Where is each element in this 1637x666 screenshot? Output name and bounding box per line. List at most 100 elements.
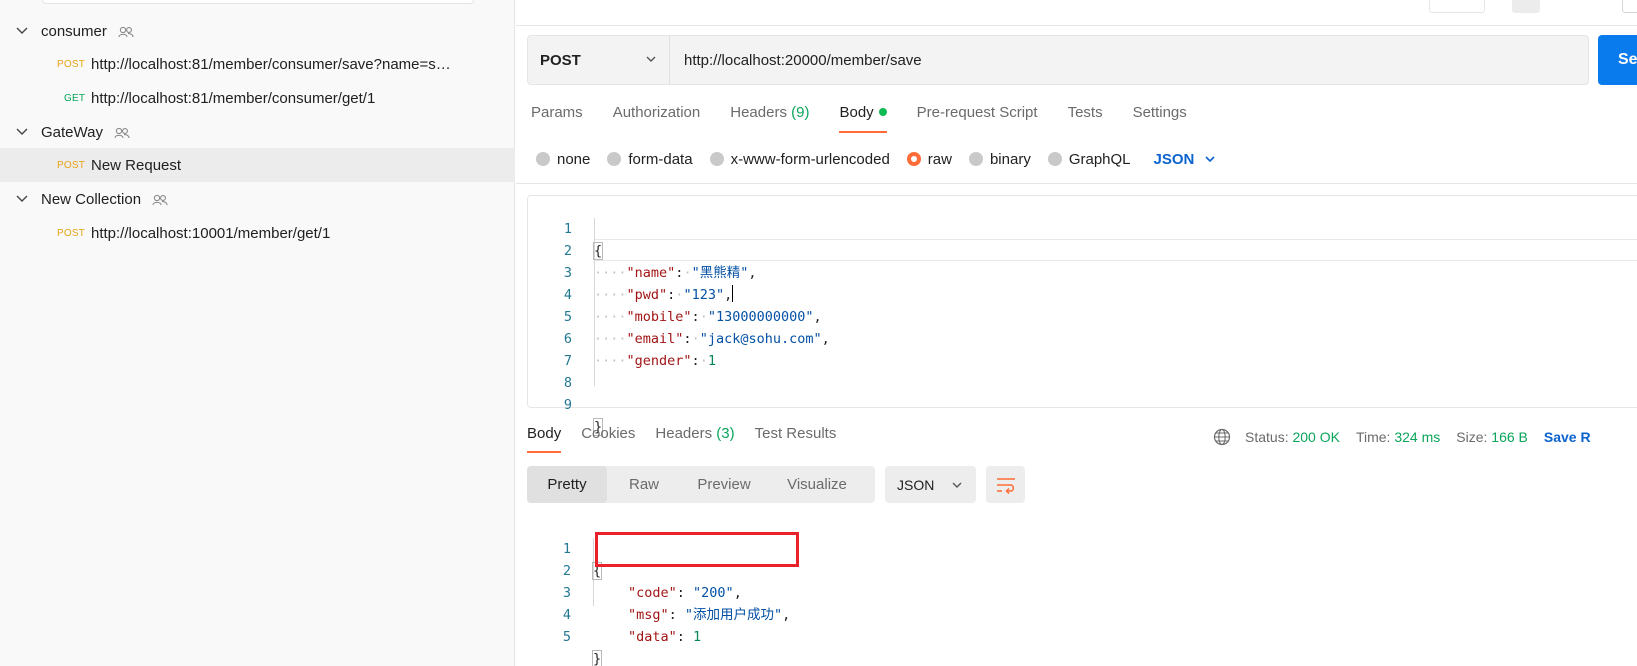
radio-circle[interactable] — [536, 152, 550, 166]
globe-icon[interactable] — [1213, 428, 1231, 446]
view-pretty[interactable]: Pretty — [527, 466, 607, 503]
request-item-selected[interactable]: POST New Request — [0, 148, 515, 182]
radio-binary[interactable]: binary — [968, 151, 1031, 168]
json-key: "data" — [628, 629, 677, 645]
size-group[interactable]: Size: 166 B — [1456, 429, 1528, 445]
tab-authorization[interactable]: Authorization — [613, 101, 701, 133]
chevron-down-icon[interactable] — [14, 23, 30, 39]
tab-settings[interactable]: Settings — [1133, 101, 1187, 133]
save-menu-toggle[interactable] — [1512, 0, 1540, 13]
radio-graphql[interactable]: GraphQL — [1047, 151, 1131, 168]
method-badge: GET — [64, 92, 86, 104]
view-preview[interactable]: Preview — [681, 466, 767, 503]
tab-label: Headers — [655, 425, 713, 442]
radio-circle[interactable] — [607, 152, 622, 166]
radio-none[interactable]: none — [536, 151, 590, 168]
radio-circle[interactable] — [968, 152, 983, 166]
json-comma: , — [782, 607, 791, 623]
chevron-down-icon[interactable] — [14, 124, 30, 140]
response-tab-body[interactable]: Body — [527, 421, 562, 453]
json-comma: , — [821, 331, 830, 347]
save-response-button[interactable]: Save R — [1544, 429, 1591, 445]
team-icon — [152, 194, 168, 205]
url-input[interactable]: http://localhost:20000/member/save — [670, 52, 922, 69]
json-colon: : — [676, 629, 694, 645]
tab-tests[interactable]: Tests — [1068, 101, 1103, 133]
radio-circle[interactable] — [906, 152, 921, 166]
json-comma: , — [724, 287, 733, 303]
whitespace: ···· — [594, 353, 627, 369]
tab-label: Body — [839, 104, 874, 121]
collections-sidebar: consumer POST http://localhost:81/member… — [0, 0, 515, 666]
response-tab-test-results[interactable]: Test Results — [755, 421, 837, 453]
wrap-lines-button[interactable] — [986, 466, 1025, 503]
method-select[interactable]: POST — [528, 36, 670, 84]
json-comma: , — [733, 585, 742, 601]
team-icon — [118, 26, 134, 37]
edit-icon[interactable] — [1622, 0, 1637, 13]
json-value: "添加用户成功" — [684, 607, 783, 623]
json-colon: : — [691, 353, 700, 369]
json-key: "gender" — [626, 353, 692, 369]
team-icon — [114, 127, 130, 138]
code-line: 5 } — [527, 604, 603, 666]
whitespace: ···· — [594, 309, 627, 325]
request-workspace: POST http://localhost:20000/member/save … — [516, 0, 1637, 666]
chevron-down-icon[interactable] — [14, 191, 30, 207]
json-value: "200" — [693, 585, 734, 601]
response-tab-cookies[interactable]: Cookies — [581, 421, 635, 453]
tab-params[interactable]: Params — [531, 101, 583, 133]
sidebar-search-box[interactable] — [42, 0, 474, 4]
body-language-select[interactable]: JSON — [1154, 151, 1217, 168]
radio-urlencoded[interactable]: x-www-form-urlencoded — [709, 151, 890, 168]
request-header-strip — [516, 0, 1637, 26]
open-brace: { — [592, 242, 604, 260]
collection-name: consumer — [41, 22, 107, 40]
json-value: "13000000000" — [707, 309, 814, 325]
tab-headers[interactable]: Headers (9) — [730, 101, 809, 133]
send-button[interactable]: Se — [1598, 35, 1637, 85]
radio-label: form-data — [628, 150, 693, 168]
request-body-editor[interactable]: 1 { 2 ····"name":·"黑熊精", 3 ····"pwd":·"1… — [527, 195, 1637, 436]
whitespace: · — [683, 265, 692, 281]
save-dropdown[interactable] — [1429, 0, 1485, 13]
view-raw[interactable]: Raw — [607, 466, 681, 503]
method-value: POST — [540, 51, 581, 69]
collection-gateway[interactable]: GateWay — [0, 115, 515, 149]
language-value: JSON — [1153, 150, 1195, 168]
code-line: 7 — [528, 328, 593, 369]
url-bar: POST http://localhost:20000/member/save — [527, 35, 1589, 85]
collection-consumer[interactable]: consumer — [0, 14, 515, 48]
line-number: 9 — [563, 397, 572, 413]
response-view-selector: Pretty Raw Preview Visualize — [527, 466, 875, 503]
radio-circle[interactable] — [1047, 152, 1062, 166]
radio-raw[interactable]: raw — [906, 151, 952, 168]
radio-circle[interactable] — [709, 152, 724, 166]
response-body-viewer[interactable]: 1 { 2 "code": "200", 3 "msg": "添加用户成功", … — [527, 516, 1627, 666]
request-item[interactable]: GET http://localhost:81/member/consumer/… — [0, 81, 515, 115]
current-line-highlight — [594, 239, 1637, 261]
view-visualize[interactable]: Visualize — [767, 466, 867, 503]
code-line: 1 { — [527, 516, 603, 580]
code-line: 4 "data": 1 — [527, 582, 701, 645]
red-highlight-annotation — [595, 532, 799, 567]
status-group[interactable]: Status: 200 OK — [1245, 429, 1340, 445]
chevron-down-icon — [646, 56, 656, 62]
request-item[interactable]: POST http://localhost:10001/member/get/1 — [0, 216, 515, 250]
tab-body[interactable]: Body — [839, 101, 887, 133]
radio-form-data[interactable]: form-data — [607, 150, 693, 168]
response-tab-headers[interactable]: Headers (3) — [655, 421, 734, 453]
time-label: Time: — [1355, 429, 1391, 445]
request-item[interactable]: POST http://localhost:81/member/consumer… — [0, 47, 515, 81]
code-line: 6 ····"gender":·1 — [528, 306, 716, 369]
json-key: "msg" — [628, 607, 669, 623]
json-key: "email" — [626, 331, 684, 347]
divider — [516, 183, 1637, 184]
whitespace: ···· — [594, 287, 627, 303]
json-key: "name" — [626, 265, 676, 281]
tab-prerequest-script[interactable]: Pre-request Script — [917, 101, 1038, 133]
collection-new-collection[interactable]: New Collection — [0, 182, 515, 216]
json-key: "pwd" — [626, 287, 668, 303]
time-group[interactable]: Time: 324 ms — [1356, 429, 1440, 445]
response-format-select[interactable]: JSON — [885, 466, 976, 503]
